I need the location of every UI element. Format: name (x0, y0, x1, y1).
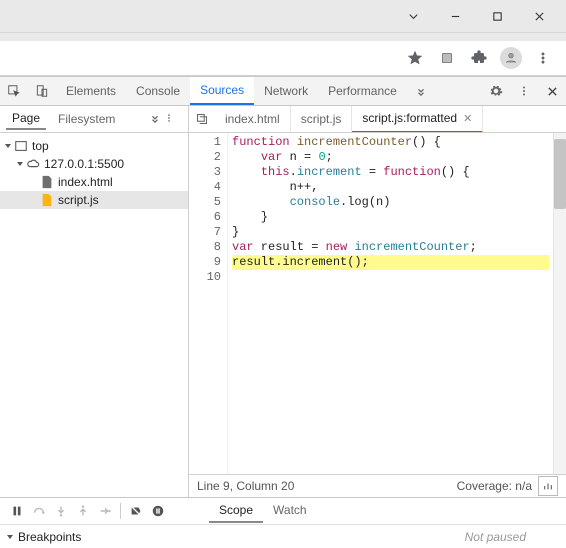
tree-file-label: script.js (58, 191, 99, 209)
close-window-button[interactable] (522, 4, 556, 28)
sources-navigator: Page Filesystem top 127.0.0.1:5500 (0, 106, 189, 497)
profile-avatar[interactable] (498, 45, 524, 71)
deactivate-breakpoints-button[interactable] (125, 500, 147, 522)
inspect-element-icon[interactable] (0, 77, 28, 105)
step-into-button[interactable] (50, 500, 72, 522)
line-gutter[interactable]: 12345678910 (189, 133, 228, 474)
code-editor[interactable]: function incrementCounter() { var n = 0;… (228, 133, 553, 474)
window-titlebar (0, 0, 566, 33)
tree-file-script[interactable]: script.js (0, 191, 188, 209)
tree-host-label: 127.0.0.1:5500 (44, 155, 124, 173)
browser-toolbar (0, 41, 566, 76)
tree-host[interactable]: 127.0.0.1:5500 (0, 155, 188, 173)
tab-scope[interactable]: Scope (209, 499, 263, 523)
editor-tab-label: script.js (301, 112, 342, 126)
editor-tab-label: index.html (225, 112, 280, 126)
nav-tab-page[interactable]: Page (6, 108, 46, 130)
editor-area: index.html script.js script.js:formatted… (189, 106, 566, 497)
breakpoints-header[interactable]: Breakpoints (0, 530, 306, 544)
tree-file-index[interactable]: index.html (0, 173, 188, 191)
editor-tab-formatted[interactable]: script.js:formatted ✕ (352, 106, 483, 133)
editor-tabbar: index.html script.js script.js:formatted… (189, 106, 566, 133)
tree-top-frame[interactable]: top (0, 137, 188, 155)
tree-file-label: index.html (58, 173, 113, 191)
editor-tab-index[interactable]: index.html (215, 106, 291, 132)
coverage-status: Coverage: n/a (457, 479, 532, 493)
tab-watch[interactable]: Watch (263, 499, 317, 523)
debugger-panel: Scope Watch Breakpoints Not paused (0, 497, 566, 548)
tab-elements[interactable]: Elements (56, 77, 126, 105)
nav-overflow-icon[interactable] (146, 112, 164, 126)
device-toolbar-icon[interactable] (28, 77, 56, 105)
close-tab-icon[interactable]: ✕ (463, 112, 472, 125)
settings-gear-icon[interactable] (482, 84, 510, 98)
breakpoints-label: Breakpoints (18, 530, 81, 544)
caret-down-icon[interactable] (396, 4, 430, 28)
extension-icon[interactable] (434, 45, 460, 71)
devtools-tabbar: Elements Console Sources Network Perform… (0, 76, 566, 106)
browser-menu-icon[interactable] (530, 45, 556, 71)
editor-tab-label: script.js:formatted (362, 111, 457, 125)
devtools-menu-icon[interactable] (510, 85, 538, 97)
bookmark-star-icon[interactable] (402, 45, 428, 71)
debugger-state: Not paused (465, 530, 566, 544)
maximize-button[interactable] (480, 4, 514, 28)
tab-console[interactable]: Console (126, 77, 190, 105)
extensions-puzzle-icon[interactable] (466, 45, 492, 71)
browser-tabstrip (0, 33, 566, 41)
tab-network[interactable]: Network (254, 77, 318, 105)
close-devtools-icon[interactable] (538, 86, 566, 97)
step-button[interactable] (94, 500, 116, 522)
tab-performance[interactable]: Performance (318, 77, 407, 105)
show-coverage-icon[interactable] (538, 476, 558, 496)
editor-more-icon[interactable] (189, 113, 215, 125)
sources-panel: Page Filesystem top 127.0.0.1:5500 (0, 106, 566, 548)
cursor-position: Line 9, Column 20 (197, 479, 294, 493)
pause-on-exceptions-button[interactable] (147, 500, 169, 522)
pause-button[interactable] (6, 500, 28, 522)
editor-tab-script[interactable]: script.js (291, 106, 353, 132)
nav-tab-filesystem[interactable]: Filesystem (52, 109, 121, 129)
minimize-button[interactable] (438, 4, 472, 28)
tree-top-label: top (32, 137, 49, 155)
step-over-button[interactable] (28, 500, 50, 522)
file-tree: top 127.0.0.1:5500 index.html script.js (0, 133, 188, 497)
tabs-overflow-icon[interactable] (407, 77, 435, 105)
step-out-button[interactable] (72, 500, 94, 522)
editor-scrollbar[interactable] (553, 133, 566, 474)
tab-sources[interactable]: Sources (190, 77, 254, 105)
editor-statusbar: Line 9, Column 20 Coverage: n/a (189, 474, 566, 497)
nav-menu-icon[interactable] (164, 112, 182, 126)
